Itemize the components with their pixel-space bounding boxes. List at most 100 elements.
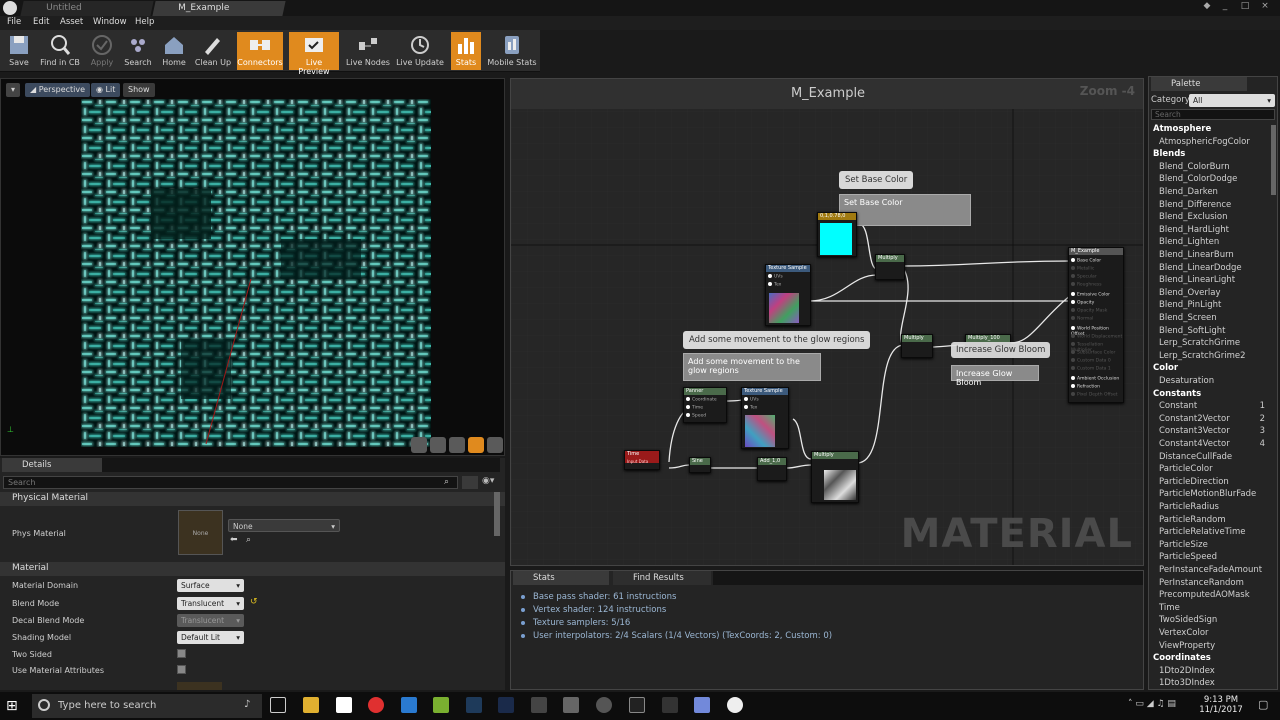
category-dropdown[interactable]: All ▾ bbox=[1189, 94, 1275, 107]
palette-item[interactable]: Blend_HardLight bbox=[1159, 225, 1229, 235]
palette-item[interactable]: Lerp_ScratchGrime bbox=[1159, 338, 1240, 348]
blend-mode-dropdown[interactable]: Translucent ▾ bbox=[177, 597, 244, 610]
phys-material-dropdown[interactable]: None ▾ bbox=[228, 519, 340, 532]
palette-item[interactable]: AtmosphericFogColor bbox=[1159, 137, 1250, 147]
palette-item[interactable]: Desaturation bbox=[1159, 376, 1214, 386]
palette-item[interactable]: VertexColor bbox=[1159, 628, 1209, 638]
palette-item[interactable]: ParticleRadius bbox=[1159, 502, 1219, 512]
palette-item[interactable]: Blend_Exclusion bbox=[1159, 212, 1228, 222]
system-tray-icons[interactable]: ˄ ▭ ◢ ♫ ▤ bbox=[1128, 699, 1176, 709]
palette-item[interactable]: Constant4Vector bbox=[1159, 439, 1230, 449]
home-button[interactable]: Home bbox=[158, 32, 190, 70]
palette-item[interactable]: Blend_Overlay bbox=[1159, 288, 1221, 298]
file-explorer-icon[interactable] bbox=[303, 697, 319, 713]
tab-m-example[interactable]: M_Example bbox=[152, 1, 286, 16]
palette-search-input[interactable]: Search bbox=[1151, 109, 1275, 120]
node-texture-sample-2[interactable]: Texture Sample UVs Tex bbox=[741, 387, 789, 449]
node-time[interactable]: Time Input Data bbox=[624, 450, 660, 470]
menu-edit[interactable]: Edit bbox=[33, 17, 49, 27]
clock[interactable]: 9:13 PM 11/1/2017 bbox=[1196, 695, 1246, 715]
epic-games-icon[interactable] bbox=[629, 697, 645, 713]
edge-icon[interactable] bbox=[401, 697, 417, 713]
details-scrollbar[interactable] bbox=[494, 492, 500, 536]
node-color-constant[interactable]: 0,1,0.78,0 bbox=[817, 212, 857, 257]
preview-cube-icon[interactable] bbox=[468, 437, 484, 453]
tab-untitled[interactable]: Untitled bbox=[20, 1, 154, 16]
perspective-button[interactable]: ◢ Perspective bbox=[25, 83, 91, 97]
app-icon-2[interactable] bbox=[596, 697, 612, 713]
notifications-icon[interactable]: ▢ bbox=[1258, 698, 1268, 711]
tab-find-results[interactable]: Find Results bbox=[613, 571, 711, 585]
discord-icon[interactable] bbox=[694, 697, 710, 713]
palette-category[interactable]: Atmosphere bbox=[1153, 124, 1211, 134]
shading-model-dropdown[interactable]: Default Lit ▾ bbox=[177, 631, 244, 644]
decal-blend-mode-dropdown[interactable]: Translucent ▾ bbox=[177, 614, 244, 627]
preview-cylinder-icon[interactable] bbox=[411, 437, 427, 453]
palette-category[interactable]: Blends bbox=[1153, 149, 1185, 159]
node-multiply-1[interactable]: Multiply bbox=[875, 254, 905, 280]
tab-stats[interactable]: Stats bbox=[513, 571, 609, 585]
material-domain-dropdown[interactable]: Surface ▾ bbox=[177, 579, 244, 592]
palette-item[interactable]: Blend_LinearDodge bbox=[1159, 263, 1242, 273]
tab-details[interactable]: Details bbox=[2, 458, 102, 472]
palette-item[interactable]: Constant2Vector bbox=[1159, 414, 1230, 424]
unreal-engine-icon[interactable] bbox=[727, 697, 743, 713]
palette-scrollbar[interactable] bbox=[1271, 125, 1276, 195]
lit-button[interactable]: ◉ Lit bbox=[91, 83, 121, 97]
comment-box-bloom[interactable]: Increase Glow Bloom bbox=[951, 365, 1039, 387]
live-nodes-button[interactable]: Live Nodes bbox=[344, 32, 392, 70]
comment-box-base-color[interactable]: Set Base Color bbox=[839, 194, 971, 226]
palette-item[interactable]: TwoSidedSign bbox=[1159, 615, 1217, 625]
task-view-icon[interactable] bbox=[270, 697, 286, 713]
palette-item[interactable]: ParticleSpeed bbox=[1159, 552, 1217, 562]
palette-item[interactable]: DistanceCullFade bbox=[1159, 452, 1232, 462]
comment-bubble-bloom[interactable]: Increase Glow Bloom bbox=[951, 342, 1051, 358]
palette-item[interactable]: 1Dto3DIndex bbox=[1159, 678, 1215, 688]
stats-button[interactable]: Stats bbox=[451, 32, 481, 70]
reset-to-default-icon[interactable]: ↺ bbox=[250, 597, 258, 607]
palette-item[interactable]: Blend_Darken bbox=[1159, 187, 1218, 197]
eye-icon[interactable]: ◉▾ bbox=[482, 476, 500, 489]
palette-item[interactable]: Blend_Lighten bbox=[1159, 237, 1219, 247]
store-icon[interactable] bbox=[336, 697, 352, 713]
image-editor-icon[interactable] bbox=[433, 697, 449, 713]
palette-item[interactable]: PerInstanceFadeAmount bbox=[1159, 565, 1262, 575]
preview-mesh-icon[interactable] bbox=[487, 437, 503, 453]
clean-up-button[interactable]: Clean Up bbox=[194, 32, 232, 70]
palette-item[interactable]: ParticleSize bbox=[1159, 540, 1208, 550]
blender-icon[interactable] bbox=[531, 697, 547, 713]
viewport-options-button[interactable]: ▾ bbox=[6, 83, 20, 97]
show-button[interactable]: Show bbox=[123, 83, 155, 97]
comment-box-glow[interactable]: Add some movement to the glow regions bbox=[683, 353, 821, 381]
connectors-button[interactable]: Connectors bbox=[237, 32, 283, 70]
physical-material-section[interactable]: Physical Material bbox=[0, 492, 505, 506]
palette-item[interactable]: Constant bbox=[1159, 401, 1197, 411]
node-panner[interactable]: Panner Coordinate Time Speed bbox=[683, 387, 727, 423]
palette-category[interactable]: Constants bbox=[1153, 389, 1201, 399]
menu-window[interactable]: Window bbox=[93, 17, 127, 27]
palette-item[interactable]: ParticleRandom bbox=[1159, 515, 1226, 525]
save-button[interactable]: Save bbox=[4, 32, 34, 70]
app-icon[interactable] bbox=[563, 697, 579, 713]
maximize-button[interactable]: □ bbox=[1238, 1, 1252, 13]
palette-item[interactable]: Blend_ColorDodge bbox=[1159, 174, 1237, 184]
palette-item[interactable]: Blend_Difference bbox=[1159, 200, 1231, 210]
palette-item[interactable]: Blend_Screen bbox=[1159, 313, 1217, 323]
preview-viewport[interactable]: ▾ ◢ Perspective ◉ Lit Show ⊥ bbox=[0, 78, 505, 456]
menu-file[interactable]: File bbox=[7, 17, 21, 27]
palette-item[interactable]: ParticleMotionBlurFade bbox=[1159, 489, 1256, 499]
two-sided-checkbox[interactable] bbox=[177, 649, 186, 658]
live-update-button[interactable]: Live Update bbox=[396, 32, 444, 70]
search-button[interactable]: Search bbox=[122, 32, 154, 70]
palette-item[interactable]: PerInstanceRandom bbox=[1159, 578, 1244, 588]
palette-item[interactable]: ViewProperty bbox=[1159, 641, 1215, 651]
minimize-button[interactable]: _ bbox=[1218, 1, 1232, 13]
node-multiply-2[interactable]: Multiply bbox=[901, 334, 933, 358]
node-material-result[interactable]: M_Example Base Color Metallic Specular R… bbox=[1068, 247, 1124, 403]
preview-plane-icon[interactable] bbox=[449, 437, 465, 453]
palette-item[interactable]: ParticleColor bbox=[1159, 464, 1213, 474]
microphone-icon[interactable]: ♪ bbox=[244, 699, 250, 710]
material-graph[interactable]: M_Example Zoom -4 Set Base Color Set Bas… bbox=[510, 78, 1144, 566]
node-multiply-4[interactable]: Multiply bbox=[811, 451, 859, 503]
palette-item[interactable]: Constant3Vector bbox=[1159, 426, 1230, 436]
